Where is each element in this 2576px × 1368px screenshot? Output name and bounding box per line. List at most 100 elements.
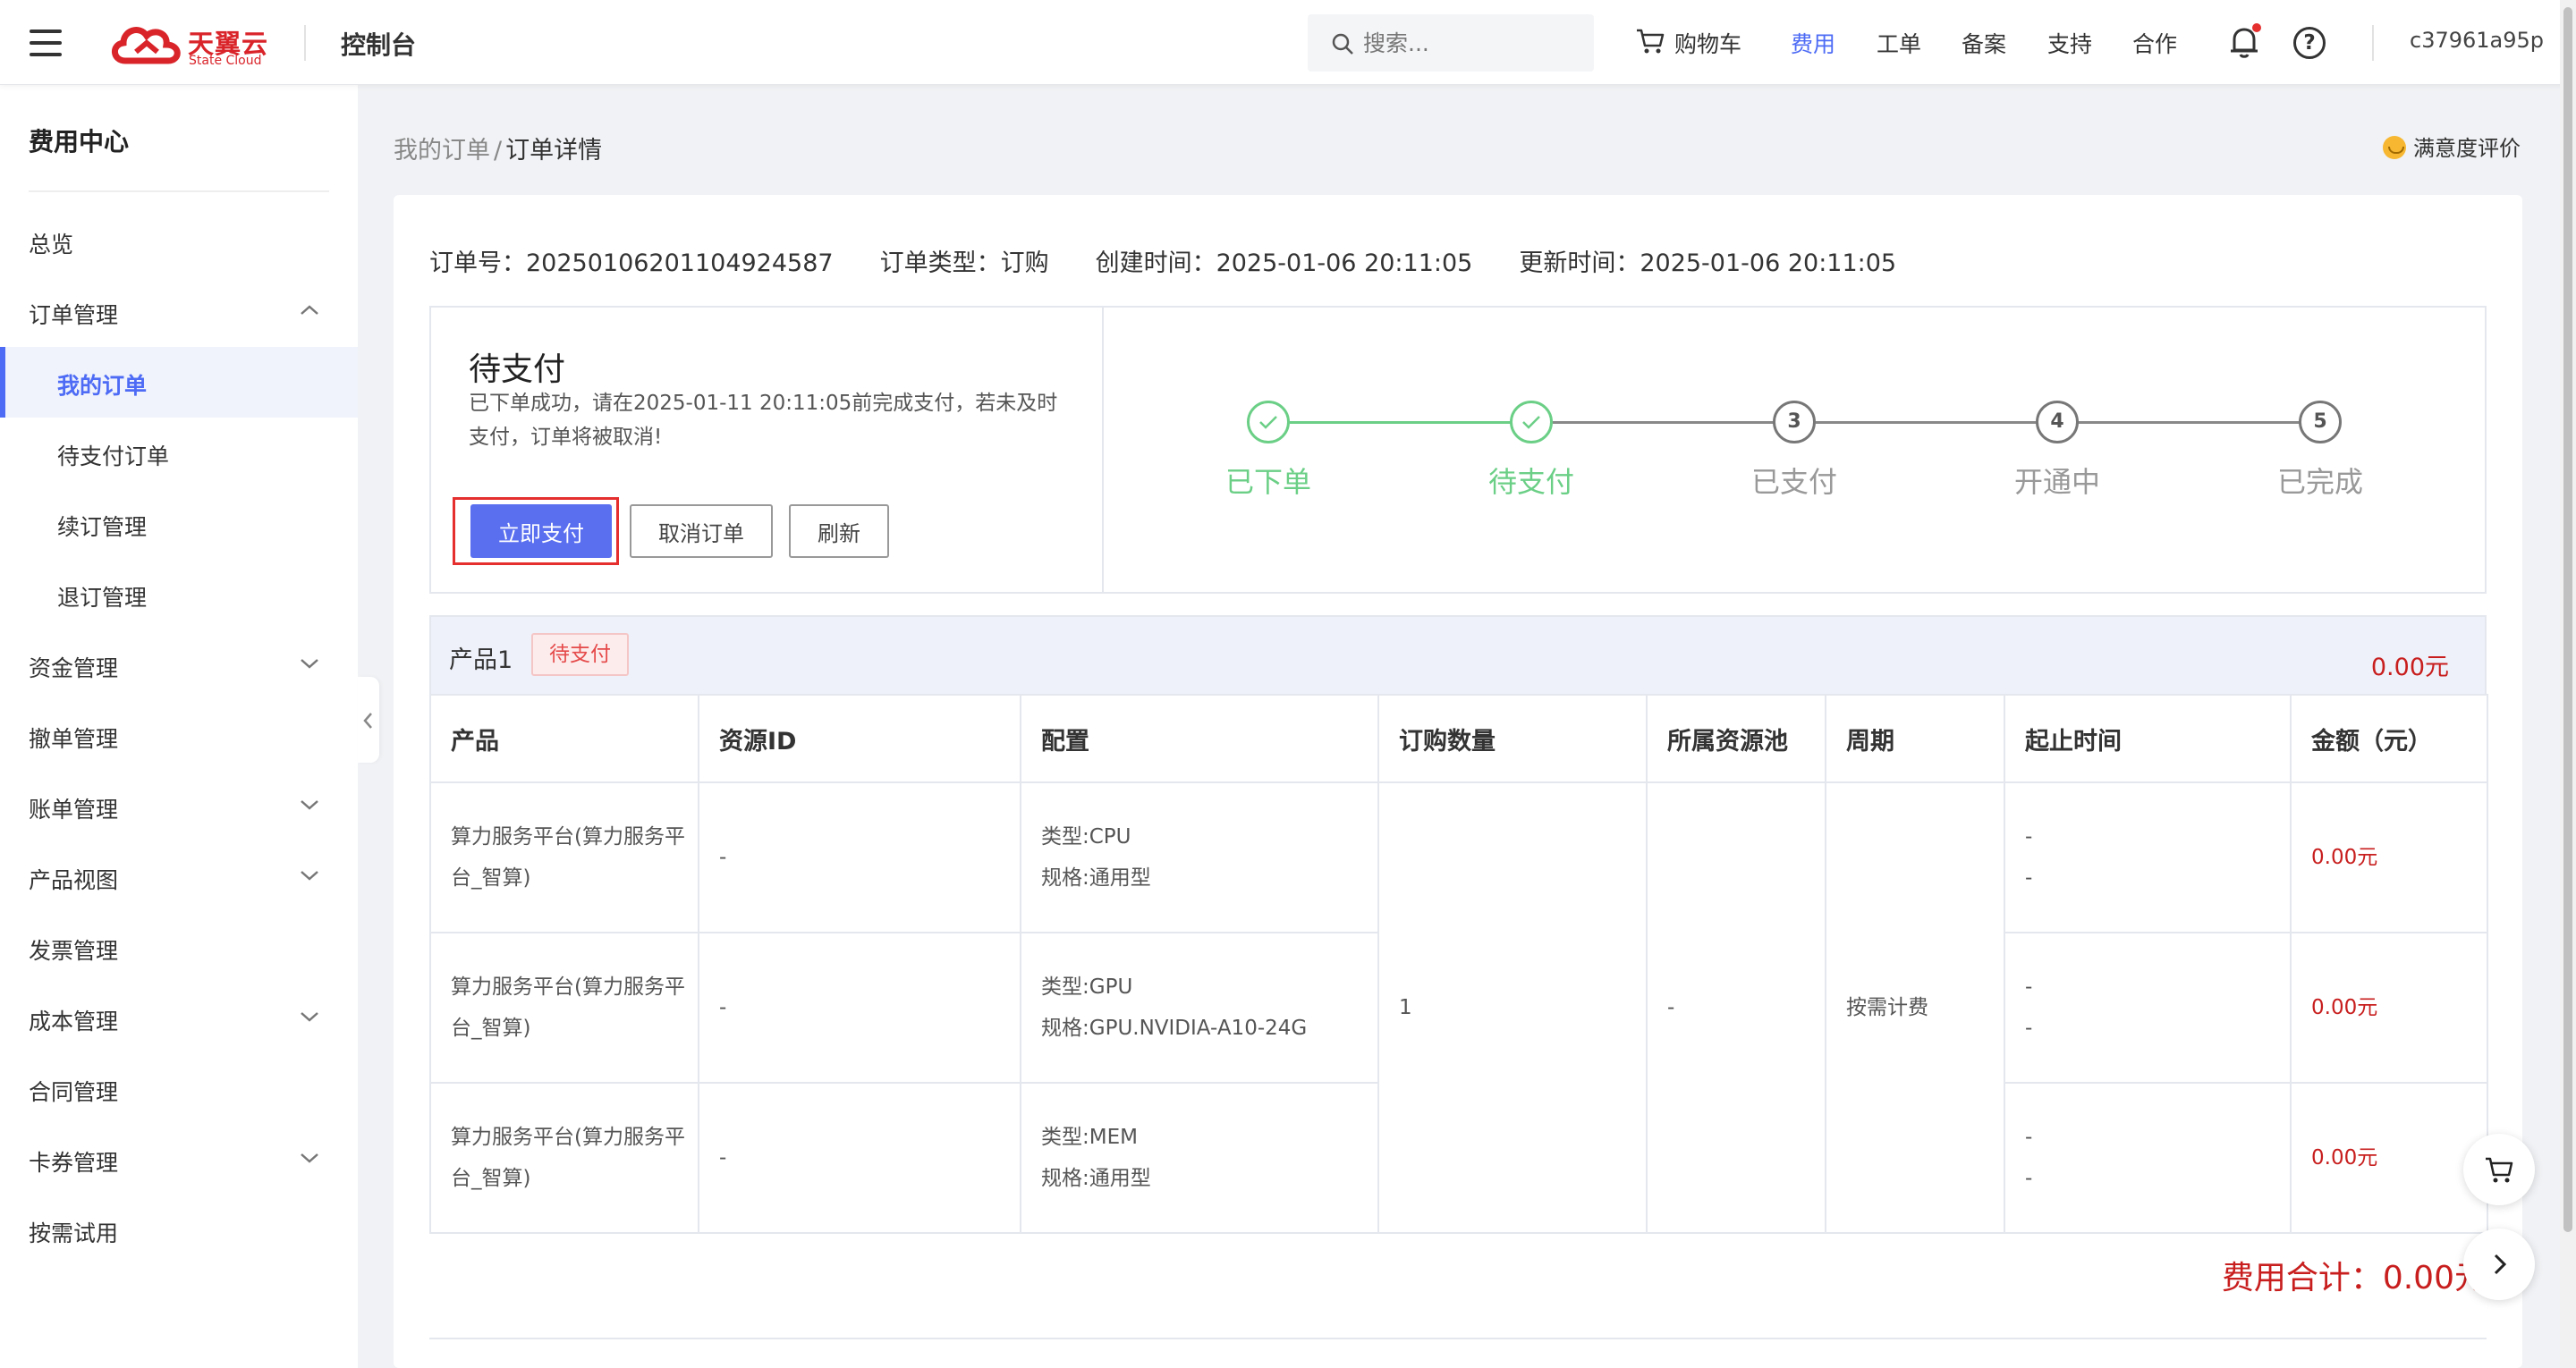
- breadcrumb-my-orders[interactable]: 我的订单: [394, 137, 490, 165]
- sidebar-item[interactable]: 资金管理: [0, 629, 358, 700]
- step-4-label: 开通中: [2013, 465, 2100, 499]
- floating-next-button[interactable]: [2463, 1229, 2535, 1300]
- help-icon[interactable]: ?: [2293, 27, 2326, 59]
- nav-fee[interactable]: 费用: [1791, 27, 1835, 59]
- column-header: 产品: [429, 694, 699, 783]
- order-status-panel: 待支付 已下单成功，请在2025-01-11 20:11:05前完成支付，若未及…: [429, 306, 2487, 594]
- floating-cart-button[interactable]: [2463, 1134, 2535, 1205]
- sidebar-item[interactable]: 账单管理: [0, 771, 358, 841]
- config-spec: 规格:通用型: [1041, 1167, 1151, 1190]
- cell-time-range: --: [2004, 1082, 2292, 1234]
- cell-quantity: 1: [1377, 781, 1648, 1234]
- step-3-label: 已支付: [1750, 465, 1837, 499]
- time-end: -: [2025, 866, 2033, 890]
- product-name: 产品1: [449, 646, 513, 674]
- cell-period: 按需计费: [1825, 781, 2005, 1234]
- nav-filing[interactable]: 备案: [1962, 27, 2006, 59]
- step-4-circle: 4: [2036, 401, 2079, 443]
- sidebar-item-label: 资金管理: [29, 655, 119, 681]
- order-items-table: 产品 资源ID 配置 订购数量 所属资源池 周期 起止时间 金额（元） 算力服务…: [429, 694, 2488, 1234]
- sidebar-item[interactable]: 合同管理: [0, 1053, 358, 1124]
- nav-support[interactable]: 支持: [2047, 27, 2092, 59]
- sidebar: 费用中心 总览 订单管理 我的订单 待支付订单 续订管理 退订管理 资金管理 撤单管理 账单管理…: [0, 85, 358, 1368]
- nav-ticket[interactable]: 工单: [1877, 27, 1921, 59]
- sidebar-item-label: 合同管理: [29, 1079, 119, 1105]
- cell-resource-id: -: [698, 932, 1021, 1084]
- satisfaction-label: 满意度评价: [2413, 136, 2521, 161]
- order-detail-card: 订单号：20250106201104924587 订单类型：订购 创建时间：2025…: [394, 195, 2522, 1368]
- sidebar-item[interactable]: 续订管理: [0, 488, 358, 559]
- column-header: 金额（元）: [2290, 694, 2488, 783]
- scrollbar-thumb[interactable]: [2563, 7, 2572, 1232]
- sidebar-item-label: 续订管理: [57, 514, 148, 540]
- smile-icon: [2383, 136, 2406, 159]
- column-header: 资源ID: [698, 694, 1021, 783]
- time-end: -: [2025, 1017, 2033, 1040]
- logo[interactable]: 天翼云 State Cloud: [109, 20, 270, 68]
- order-number: 订单号：20250106201104924587: [429, 249, 834, 277]
- sidebar-item[interactable]: 退订管理: [0, 559, 358, 629]
- config-type: 类型:MEM: [1041, 1126, 1138, 1149]
- sidebar-collapse-button[interactable]: [358, 677, 379, 763]
- chevron-left-icon: [363, 713, 372, 729]
- satisfaction-rating-link[interactable]: 满意度评价: [2383, 131, 2521, 162]
- sidebar-item[interactable]: 成本管理: [0, 983, 358, 1053]
- column-header: 所属资源池: [1646, 694, 1826, 783]
- refresh-button[interactable]: 刷新: [789, 504, 889, 558]
- cell-config: 类型:MEM 规格:通用型: [1020, 1082, 1379, 1234]
- cell-resource-pool: -: [1646, 781, 1826, 1234]
- cart-icon: [1637, 29, 1665, 54]
- cell-amount: 0.00元: [2290, 781, 2488, 933]
- notification-dot: [2252, 23, 2261, 32]
- sidebar-item[interactable]: 待支付订单: [0, 418, 358, 488]
- nav-cart[interactable]: 购物车: [1635, 27, 1741, 59]
- step-2-check-icon: [1510, 401, 1553, 443]
- breadcrumb-current: 订单详情: [505, 137, 603, 165]
- chevron-right-icon: [2494, 1254, 2507, 1275]
- sidebar-item[interactable]: 按需试用: [0, 1195, 358, 1265]
- menu-toggle-icon[interactable]: [30, 30, 62, 56]
- header-divider: [2372, 25, 2374, 61]
- status-summary: 待支付 已下单成功，请在2025-01-11 20:11:05前完成支付，若未及…: [431, 308, 1104, 592]
- search-input[interactable]: [1363, 25, 1578, 61]
- step-connector: [2077, 421, 2301, 424]
- search-icon: [1332, 33, 1353, 55]
- nav-cooperation[interactable]: 合作: [2132, 27, 2177, 59]
- sidebar-item-label: 我的订单: [57, 373, 148, 399]
- step-1-check-icon: [1247, 401, 1290, 443]
- sidebar-item-label: 账单管理: [29, 797, 119, 823]
- sidebar-item-label: 成本管理: [29, 1009, 119, 1034]
- time-start: -: [2025, 975, 2033, 999]
- sidebar-item[interactable]: 我的订单: [0, 347, 358, 418]
- sidebar-item[interactable]: 发票管理: [0, 912, 358, 983]
- config-type: 类型:CPU: [1041, 825, 1131, 849]
- column-header: 订购数量: [1377, 694, 1648, 783]
- pay-now-button[interactable]: 立即支付: [470, 504, 612, 558]
- logo-text-en: State Cloud: [189, 54, 262, 68]
- console-title[interactable]: 控制台: [341, 26, 416, 62]
- order-updated-time: 更新时间：2025-01-06 20:11:05: [1519, 249, 1897, 277]
- cart-icon: [2486, 1157, 2513, 1183]
- sidebar-item[interactable]: 卡券管理: [0, 1124, 358, 1195]
- cell-product: 算力服务平台(算力服务平台_智算): [429, 932, 699, 1084]
- step-connector: [1290, 421, 1515, 424]
- notification-bell-icon[interactable]: [2229, 23, 2261, 64]
- sidebar-item[interactable]: 总览: [0, 206, 358, 276]
- chevron-up-icon: [301, 305, 318, 315]
- user-account[interactable]: c37961a95p: [2410, 28, 2544, 53]
- search-box[interactable]: [1308, 14, 1594, 72]
- header-divider: [304, 25, 306, 61]
- sidebar-item[interactable]: 产品视图: [0, 841, 358, 912]
- cell-time-range: --: [2004, 781, 2292, 933]
- bottom-divider: [429, 1338, 2487, 1339]
- cell-product: 算力服务平台(算力服务平台_智算): [429, 781, 699, 933]
- order-type: 订单类型：订购: [879, 249, 1049, 277]
- chevron-down-icon: [301, 1153, 318, 1163]
- page-scrollbar[interactable]: [2560, 0, 2576, 1368]
- cell-config: 类型:CPU 规格:通用型: [1020, 781, 1379, 933]
- sidebar-item[interactable]: 订单管理: [0, 276, 358, 347]
- sidebar-item-label: 订单管理: [29, 302, 119, 328]
- step-5-circle: 5: [2299, 401, 2342, 443]
- sidebar-item[interactable]: 撤单管理: [0, 700, 358, 771]
- cancel-order-button[interactable]: 取消订单: [630, 504, 773, 558]
